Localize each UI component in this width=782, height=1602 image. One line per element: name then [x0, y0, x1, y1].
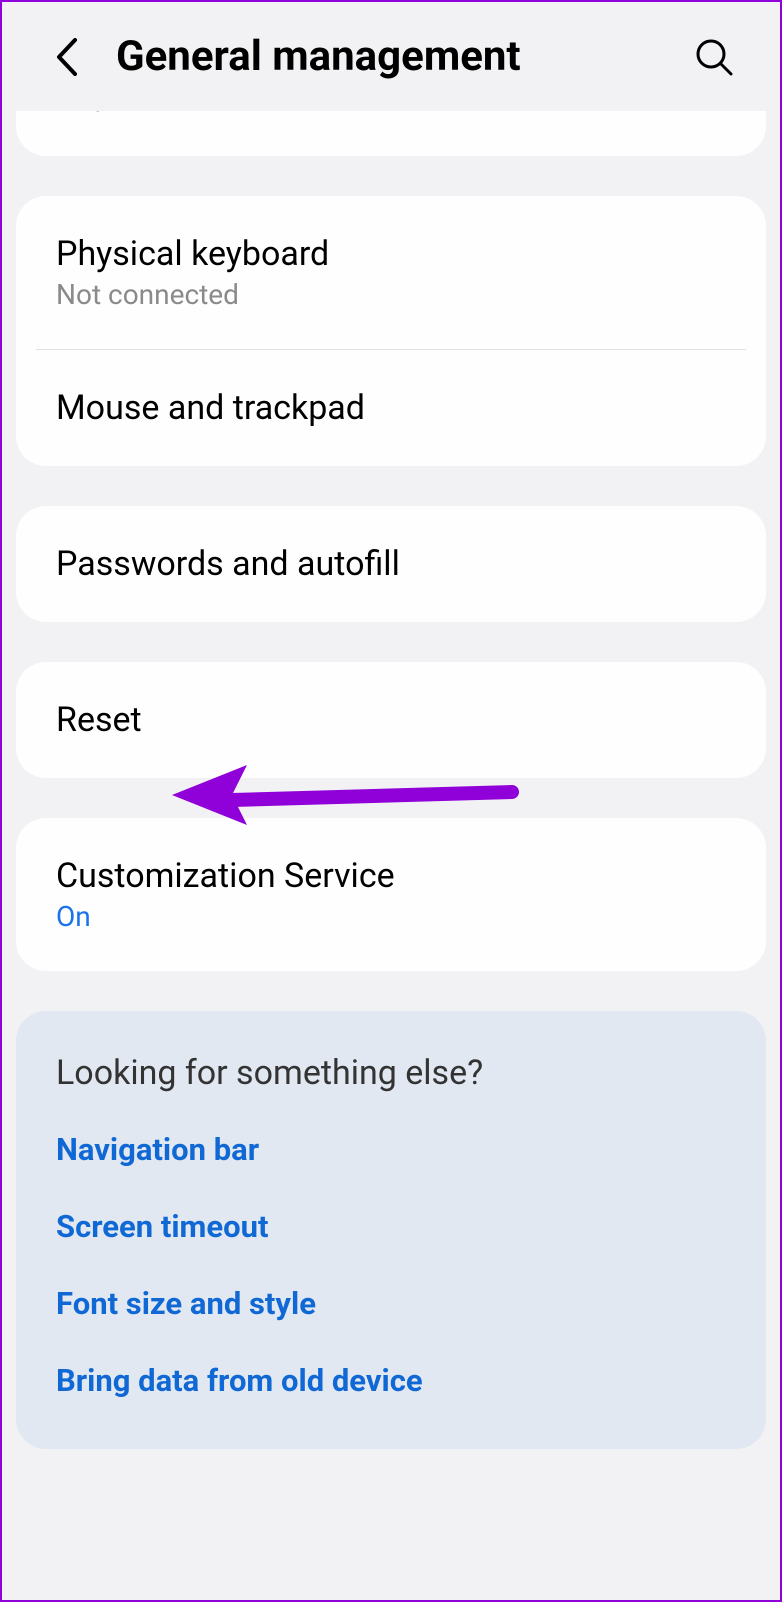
suggestions-title: Looking for something else? [56, 1053, 726, 1093]
row-reset[interactable]: Reset [16, 662, 766, 778]
row-title: Mouse and trackpad [56, 388, 726, 428]
settings-group-customization: Customization Service On [16, 818, 766, 971]
page-title: General management [116, 32, 692, 81]
search-button[interactable] [692, 35, 736, 79]
settings-group-reset: Reset [16, 662, 766, 778]
settings-group-passwords: Passwords and autofill [16, 506, 766, 622]
row-subtitle: On [56, 900, 726, 933]
row-physical-keyboard[interactable]: Physical keyboard Not connected [16, 196, 766, 349]
suggestion-link-font-size[interactable]: Font size and style [56, 1285, 726, 1322]
suggestion-link-screen-timeout[interactable]: Screen timeout [56, 1208, 726, 1245]
settings-group-input: Physical keyboard Not connected Mouse an… [16, 196, 766, 466]
row-customization-service[interactable]: Customization Service On [16, 818, 766, 971]
row-title: Customization Service [56, 856, 726, 896]
app-header: General management [2, 2, 780, 111]
back-button[interactable] [46, 37, 86, 77]
back-icon [55, 38, 77, 76]
settings-content: Keyboard list and default Physical keybo… [2, 101, 780, 1449]
row-title: Passwords and autofill [56, 544, 726, 584]
row-title: Reset [56, 700, 726, 740]
suggestion-link-bring-data[interactable]: Bring data from old device [56, 1362, 726, 1399]
row-title: Physical keyboard [56, 234, 726, 274]
suggestions-card: Looking for something else? Navigation b… [16, 1011, 766, 1449]
suggestion-link-navigation-bar[interactable]: Navigation bar [56, 1131, 726, 1168]
row-passwords-autofill[interactable]: Passwords and autofill [16, 506, 766, 622]
row-subtitle: Not connected [56, 278, 726, 311]
row-mouse-trackpad[interactable]: Mouse and trackpad [16, 350, 766, 466]
search-icon [694, 37, 734, 77]
